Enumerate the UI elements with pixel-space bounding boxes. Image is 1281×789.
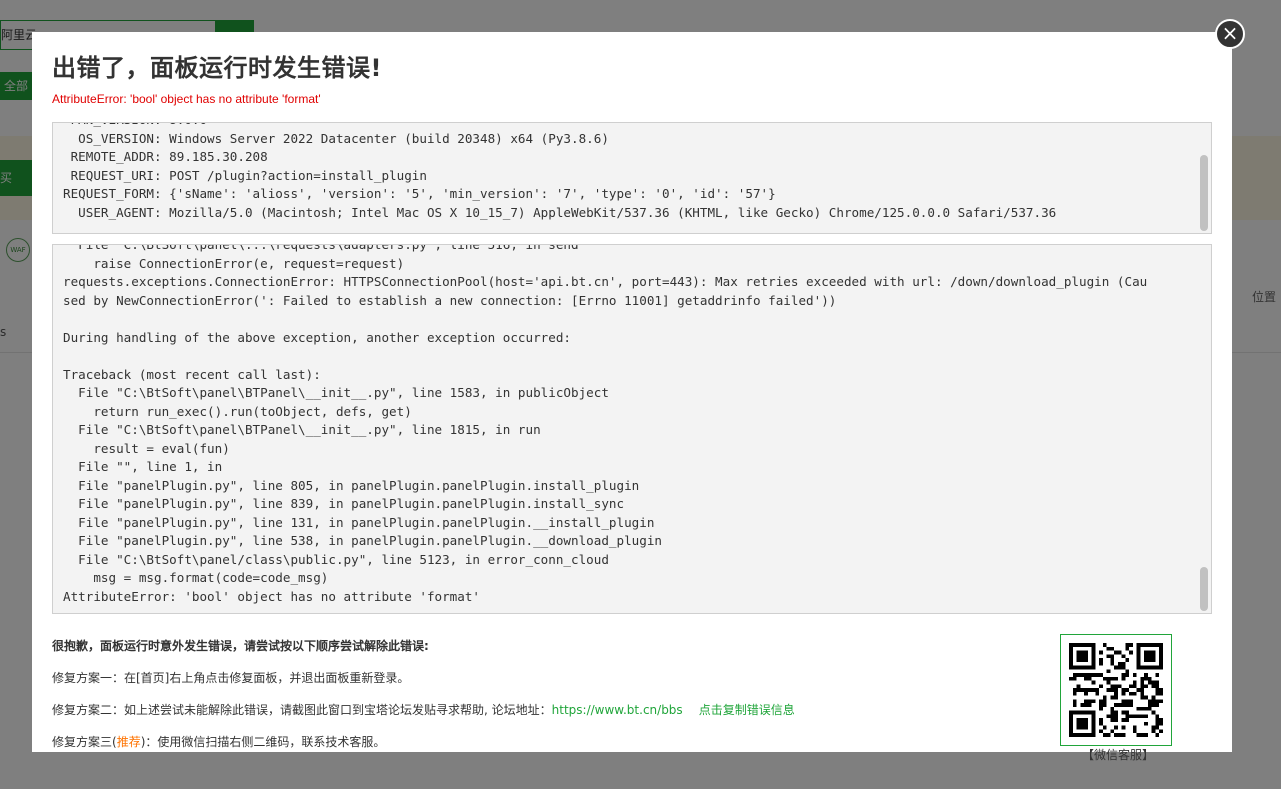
qr-caption: 【微信客服】 [1082, 748, 1155, 762]
fix-option-3: 修复方案三(推荐)：使用微信扫描右侧二维码，联系技术客服。 [52, 733, 385, 750]
recommend-tag: 推荐 [116, 735, 141, 749]
scrollbar[interactable] [1198, 123, 1211, 233]
fix-option-3-prefix: 修复方案三( [52, 735, 117, 749]
help-title: 很抱歉，面板运行时意外发生错误，请尝试按以下顺序尝试解除此错误: [52, 639, 429, 653]
scrollbar[interactable] [1198, 245, 1211, 613]
environment-info-text: PAN_VERSION: 8.0.0 OS_VERSION: Windows S… [63, 123, 1057, 220]
environment-info-box[interactable]: PAN_VERSION: 8.0.0 OS_VERSION: Windows S… [52, 122, 1212, 234]
forum-link[interactable]: https://www.bt.cn/bbs [552, 703, 683, 717]
scrollbar-thumb[interactable] [1200, 155, 1208, 231]
close-icon[interactable]: × [1215, 19, 1245, 49]
fix-option-3-suffix: )：使用微信扫描右侧二维码，联系技术客服。 [140, 735, 386, 749]
traceback-text: File "C:\BtSoft\panel\...\requests\adapt… [63, 244, 1148, 604]
copy-error-link[interactable]: 点击复制错误信息 [699, 703, 795, 717]
error-dialog: 出错了，面板运行时发生错误! AttributeError: 'bool' ob… [32, 32, 1232, 762]
fix-option-1: 修复方案一：在[首页]右上角点击修复面板，并退出面板重新登录。 [52, 671, 410, 685]
fix-option-2-text: 修复方案二：如上述尝试未能解除此错误，请截图此窗口到宝塔论坛发贴寻求帮助, 论坛… [52, 703, 552, 717]
qr-code-icon [1069, 643, 1163, 737]
traceback-box[interactable]: File "C:\BtSoft\panel\...\requests\adapt… [52, 244, 1212, 614]
dialog-title: 出错了，面板运行时发生错误! [52, 54, 382, 82]
wechat-qr-code [1060, 634, 1172, 746]
error-summary: AttributeError: 'bool' object has no att… [52, 92, 321, 106]
fix-option-2: 修复方案二：如上述尝试未能解除此错误，请截图此窗口到宝塔论坛发贴寻求帮助, 论坛… [52, 701, 795, 718]
scrollbar-thumb[interactable] [1200, 567, 1208, 611]
